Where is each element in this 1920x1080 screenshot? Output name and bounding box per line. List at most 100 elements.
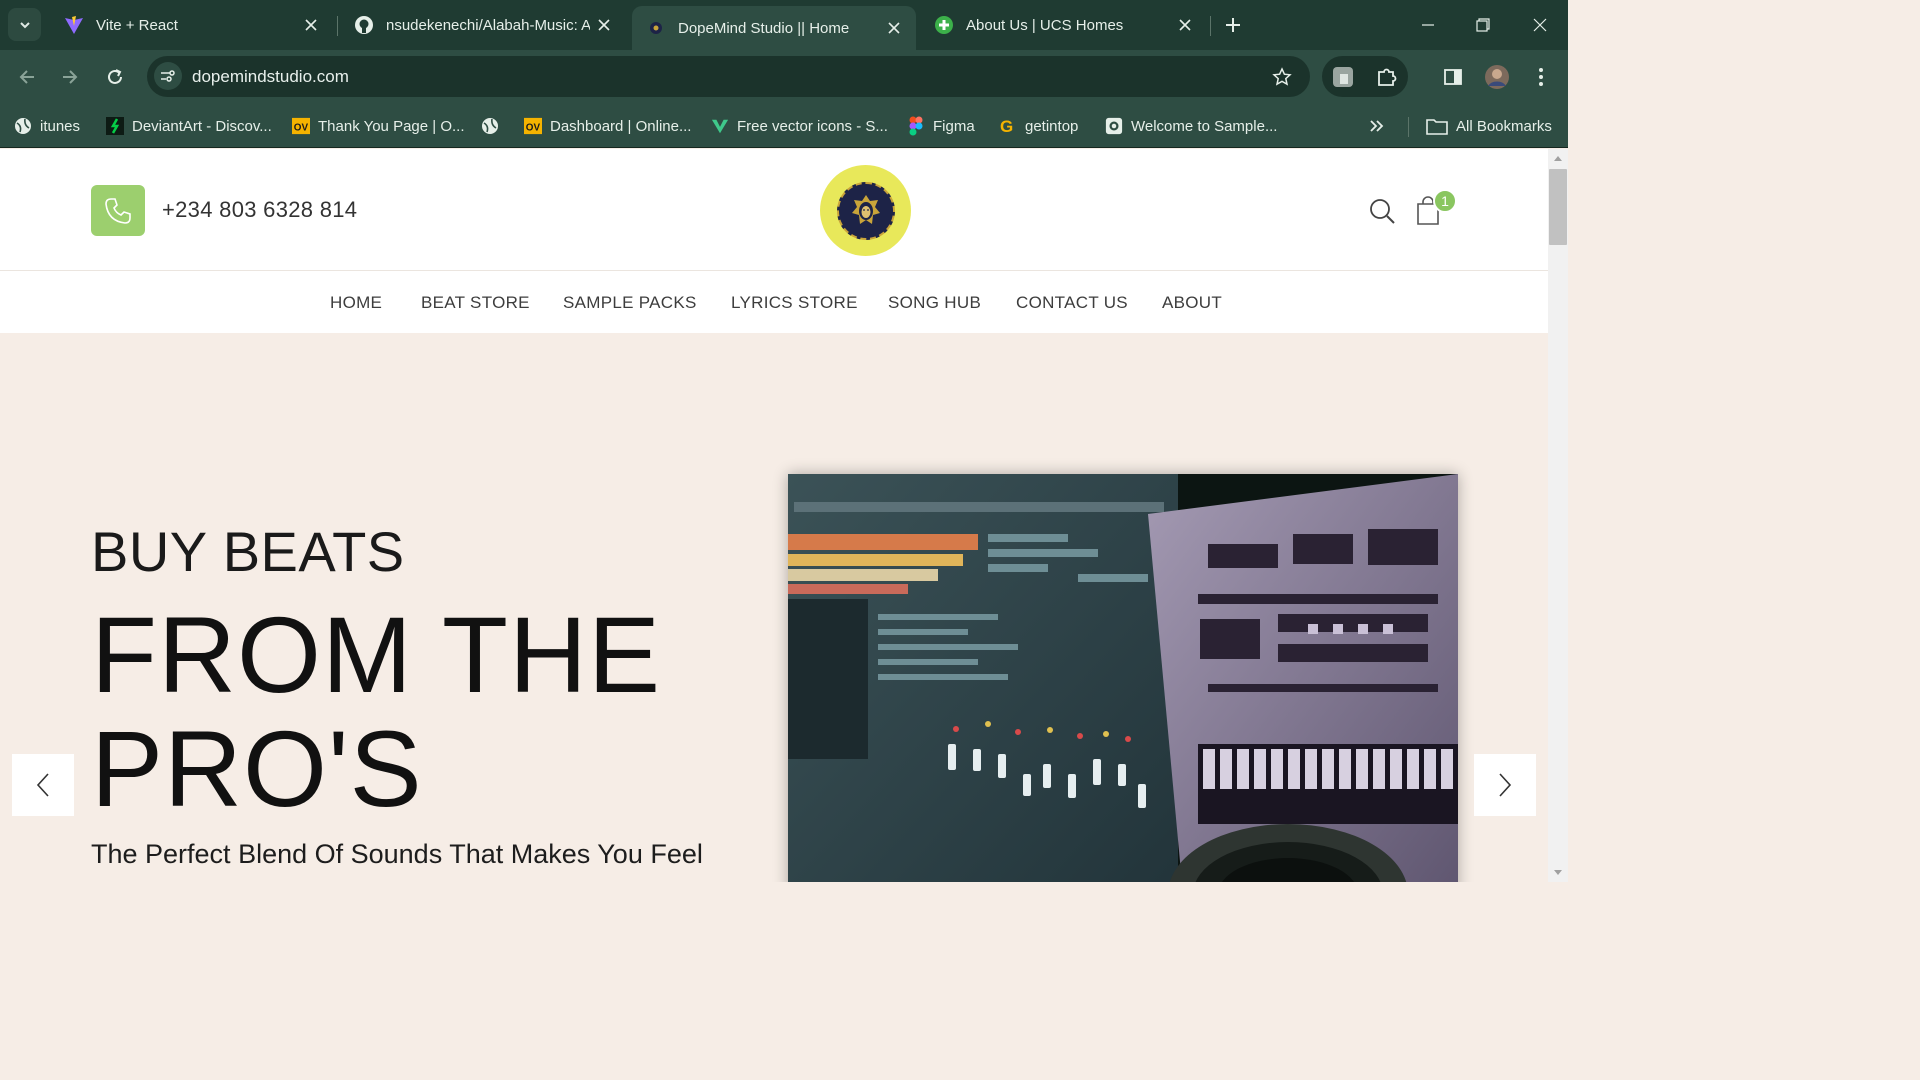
double-chevron-right-icon [1370, 120, 1384, 132]
phone-icon-box[interactable] [91, 185, 145, 236]
more-bookmarks-button[interactable] [1368, 113, 1386, 139]
tab-search-button[interactable] [8, 8, 41, 41]
bookmark-getintop[interactable]: G getintop [999, 113, 1078, 139]
hero-subtitle: BUY BEATS [91, 520, 405, 583]
page-scrollbar[interactable] [1548, 149, 1568, 882]
close-tab-icon[interactable] [1171, 11, 1199, 39]
bookmark-globe[interactable] [481, 113, 507, 139]
reload-button[interactable] [100, 62, 130, 92]
reload-icon [108, 69, 122, 84]
nav-song-hub[interactable]: SONG HUB [888, 293, 981, 313]
bookmark-label: Thank You Page | O... [318, 117, 465, 135]
bookmark-label: Welcome to Sample... [1131, 117, 1278, 135]
slider-next-button[interactable] [1474, 754, 1536, 816]
slider-prev-button[interactable] [12, 754, 74, 816]
cart-count-badge: 1 [1433, 189, 1457, 213]
menu-kebab-icon[interactable] [1526, 62, 1556, 92]
scroll-up-icon[interactable] [1548, 151, 1568, 165]
ov-icon: OV [524, 117, 542, 135]
dopemind-favicon [646, 18, 666, 38]
site-header: +234 803 6328 814 1 [0, 149, 1548, 271]
hero-title-line-2: PRO'S [91, 708, 423, 829]
chevron-left-icon [36, 773, 49, 797]
svgrepo-icon [711, 117, 729, 135]
url-text[interactable]: dopemindstudio.com [192, 67, 349, 87]
ov-icon: OV [292, 117, 310, 135]
vite-icon [64, 15, 84, 35]
scrollbar-thumb[interactable] [1549, 169, 1567, 245]
arrow-right-icon [63, 70, 78, 84]
new-tab-button[interactable] [1218, 10, 1248, 40]
nav-lyrics-store[interactable]: LYRICS STORE [731, 293, 858, 313]
side-panel-icon[interactable] [1438, 62, 1468, 92]
nav-sample-packs[interactable]: SAMPLE PACKS [563, 293, 697, 313]
hero-tagline: The Perfect Blend Of Sounds That Makes Y… [91, 839, 703, 869]
github-icon [354, 15, 374, 35]
deviantart-icon [106, 117, 124, 135]
bookmarks-bar: itunes DeviantArt - Discov... OV Thank Y… [0, 104, 1568, 148]
bookmark-deviantart[interactable]: DeviantArt - Discov... [106, 113, 272, 139]
globe-icon [481, 117, 499, 135]
bookmark-label: itunes [40, 117, 81, 135]
tab-vite-react[interactable]: Vite + React [50, 4, 333, 46]
tab-github[interactable]: nsudekenechi/Alabah-Music: A [340, 4, 626, 46]
bookmark-label: Dashboard | Online... [550, 117, 692, 135]
bookmark-dashboard[interactable]: OV Dashboard | Online... [524, 113, 691, 139]
restore-icon [1476, 18, 1490, 32]
search-icon[interactable] [1368, 197, 1396, 225]
hero-title-line-1: FROM THE [91, 594, 661, 715]
all-bookmarks-button[interactable]: All Bookmarks [1426, 113, 1552, 139]
site-info-icon[interactable] [154, 62, 182, 90]
svg-text:G: G [1000, 117, 1013, 135]
nav-home[interactable]: HOME [330, 293, 382, 313]
bookmark-label: Figma [933, 117, 975, 135]
bookmark-label: All Bookmarks [1456, 117, 1552, 135]
lion-emblem-icon [836, 181, 895, 240]
close-tab-icon[interactable] [297, 11, 325, 39]
minimize-button[interactable] [1406, 8, 1450, 42]
bookmark-thank-you-page[interactable]: OV Thank You Page | O... [292, 113, 465, 139]
nav-about[interactable]: ABOUT [1162, 293, 1222, 313]
hero-studio-image [788, 474, 1458, 882]
tab-dopemind-home[interactable]: DopeMind Studio || Home [632, 6, 916, 50]
bookmark-welcome-to-sample[interactable]: Welcome to Sample... [1105, 113, 1277, 139]
tab-title: nsudekenechi/Alabah-Music: A [386, 16, 590, 34]
globe-icon [14, 117, 32, 135]
tab-ucs-homes[interactable]: About Us | UCS Homes [920, 4, 1207, 46]
folder-icon [1426, 117, 1448, 135]
close-tab-icon[interactable] [880, 14, 908, 42]
chevron-down-icon [19, 21, 30, 28]
puzzle-icon[interactable] [1372, 62, 1402, 92]
bookmark-figma[interactable]: Figma [907, 113, 975, 139]
tab-title: About Us | UCS Homes [966, 16, 1124, 34]
forward-button[interactable] [55, 62, 85, 92]
phone-number[interactable]: +234 803 6328 814 [162, 197, 357, 223]
address-bar[interactable]: dopemindstudio.com [147, 56, 1310, 97]
bookmark-label: Free vector icons - S... [737, 117, 888, 135]
plus-icon [1226, 18, 1240, 32]
tab-title: Vite + React [96, 16, 178, 34]
bookmark-star-icon[interactable] [1270, 65, 1294, 89]
restore-button[interactable] [1461, 8, 1505, 42]
nav-contact-us[interactable]: CONTACT US [1016, 293, 1128, 313]
profile-avatar[interactable] [1482, 62, 1512, 92]
close-tab-icon[interactable] [590, 11, 618, 39]
close-window-button[interactable] [1518, 8, 1562, 42]
minimize-icon [1422, 24, 1434, 26]
camera-icon [1105, 117, 1123, 135]
back-button[interactable] [12, 62, 42, 92]
nav-beat-store[interactable]: BEAT STORE [421, 293, 530, 313]
close-icon [1533, 18, 1547, 32]
getintop-icon: G [999, 117, 1017, 135]
scroll-down-icon[interactable] [1548, 866, 1568, 880]
site-logo[interactable] [820, 165, 911, 256]
bookmark-label: getintop [1025, 117, 1079, 135]
main-nav: HOME BEAT STORE SAMPLE PACKS LYRICS STOR… [0, 271, 1548, 333]
bookmark-label: DeviantArt - Discov... [132, 117, 272, 135]
bookmark-free-vector-icons[interactable]: Free vector icons - S... [711, 113, 888, 139]
figma-icon [907, 116, 925, 136]
bookmark-itunes[interactable]: itunes [14, 113, 80, 139]
chevron-right-icon [1499, 773, 1512, 797]
hero-slider: BUY BEATS FROM THE PRO'S The Perfect Ble… [0, 333, 1548, 882]
extension-icon[interactable] [1328, 62, 1358, 92]
